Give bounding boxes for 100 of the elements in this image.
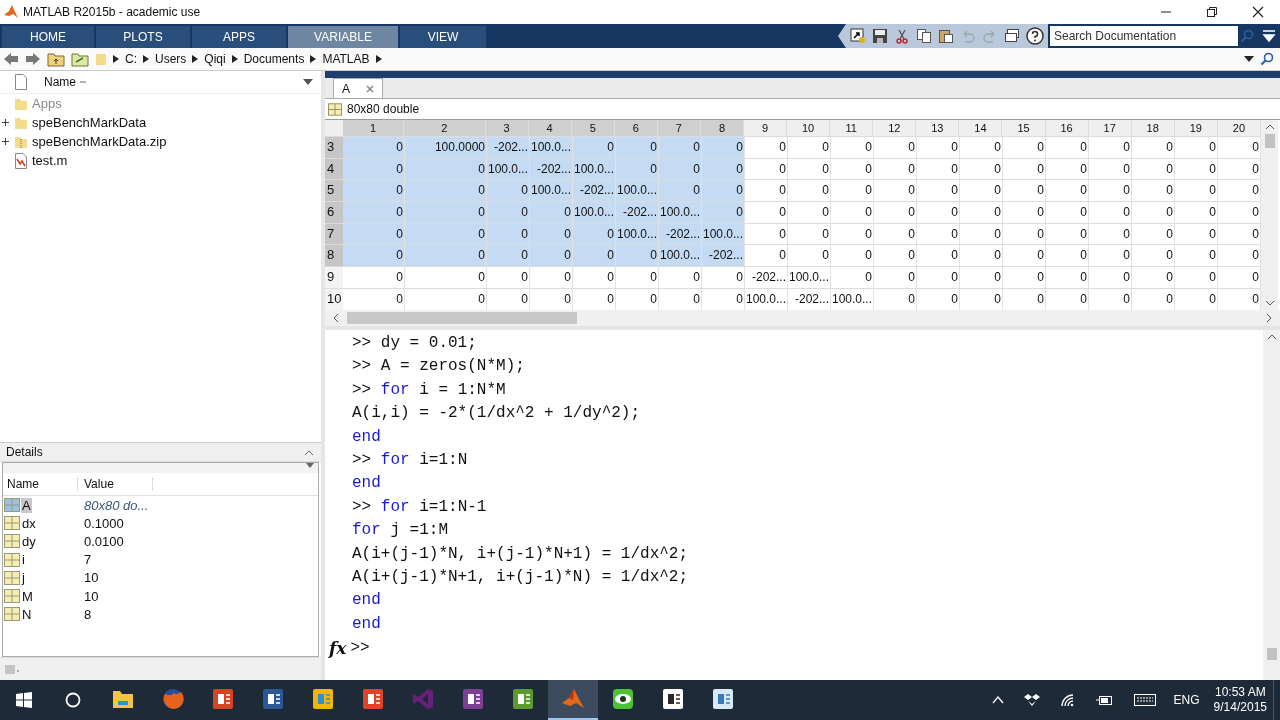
table-cell[interactable]: 100.0...	[487, 158, 530, 180]
table-cell[interactable]: -202...	[487, 137, 530, 158]
table-cell[interactable]: 0	[487, 202, 530, 223]
table-cell[interactable]: 100.0...	[573, 202, 616, 223]
path-segment[interactable]: Qiqi	[204, 52, 226, 66]
table-cell[interactable]: 0	[487, 180, 530, 202]
search-icon[interactable]	[1260, 52, 1274, 66]
table-cell[interactable]: 0	[1003, 288, 1046, 310]
table-cell[interactable]: 0	[831, 137, 874, 158]
column-header[interactable]: Name	[3, 477, 78, 491]
table-cell[interactable]: 0	[1003, 245, 1046, 267]
table-cell[interactable]: 0	[788, 223, 831, 245]
ribbon-tab[interactable]: APPS	[192, 26, 286, 48]
table-cell[interactable]: 0	[831, 180, 874, 202]
table-cell[interactable]: 0	[616, 158, 659, 180]
table-cell[interactable]: 0	[1003, 223, 1046, 245]
table-cell[interactable]: 0	[702, 202, 745, 223]
table-cell[interactable]: 0	[343, 223, 405, 245]
scroll-down-icon[interactable]	[1264, 300, 1275, 306]
table-cell[interactable]: 0	[960, 158, 1003, 180]
row-header[interactable]: 5	[325, 180, 343, 202]
variable-name[interactable]: i	[21, 552, 26, 568]
table-cell[interactable]: 100.0...	[745, 288, 788, 310]
table-cell[interactable]: 100.0...	[530, 180, 573, 202]
column-header[interactable]: Value	[78, 477, 153, 491]
table-cell[interactable]: 0	[788, 202, 831, 223]
battery-icon[interactable]	[1095, 694, 1114, 706]
table-cell[interactable]: 0	[702, 158, 745, 180]
save-icon[interactable]	[872, 28, 888, 44]
table-cell[interactable]: 0	[788, 158, 831, 180]
table-cell[interactable]: 0	[874, 267, 917, 288]
table-cell[interactable]: 0	[343, 245, 405, 267]
table-cell[interactable]: 0	[1089, 267, 1132, 288]
table-cell[interactable]: 0	[530, 245, 573, 267]
table-cell[interactable]: 0	[1046, 137, 1089, 158]
table-cell[interactable]: 100.0...	[788, 267, 831, 288]
variable-name[interactable]: M	[21, 588, 34, 604]
collapse-ribbon-icon[interactable]	[1262, 29, 1276, 43]
table-cell[interactable]: 0	[343, 180, 405, 202]
column-header[interactable]: 6	[614, 120, 658, 136]
column-header[interactable]: 9	[744, 120, 788, 136]
table-cell[interactable]: 0	[917, 180, 960, 202]
column-header[interactable]: 15	[1002, 120, 1046, 136]
table-cell[interactable]: 0	[573, 245, 616, 267]
windows-icon[interactable]	[1004, 28, 1020, 44]
table-cell[interactable]: 0	[788, 245, 831, 267]
column-header[interactable]: 10	[787, 120, 831, 136]
table-cell[interactable]: 0	[530, 223, 573, 245]
table-cell[interactable]: 0	[1132, 158, 1175, 180]
table-cell[interactable]: 0	[405, 202, 487, 223]
row-header[interactable]: 4	[325, 158, 343, 180]
variable-name[interactable]: j	[21, 570, 26, 586]
column-header[interactable]: 11	[830, 120, 874, 136]
scroll-left-icon[interactable]	[333, 313, 339, 323]
table-cell[interactable]: 100.0...	[702, 223, 745, 245]
table-cell[interactable]: 0	[1175, 245, 1218, 267]
table-cell[interactable]: 0	[616, 267, 659, 288]
table-cell[interactable]: 0	[702, 267, 745, 288]
cut-icon[interactable]	[894, 28, 910, 44]
table-cell[interactable]: 0	[917, 137, 960, 158]
up-folder-icon[interactable]	[47, 51, 65, 67]
ribbon-tab[interactable]: HOME	[2, 26, 94, 48]
table-cell[interactable]: 100.0000	[405, 137, 487, 158]
scroll-up-icon[interactable]	[1266, 334, 1277, 340]
table-cell[interactable]: 0	[874, 223, 917, 245]
table-cell[interactable]: 0	[788, 137, 831, 158]
file-name[interactable]: speBenchMarkData.zip	[32, 134, 167, 149]
column-header[interactable]: 1	[342, 120, 405, 136]
table-cell[interactable]: 0	[1089, 223, 1132, 245]
scrollbar-thumb[interactable]	[347, 312, 577, 324]
table-cell[interactable]: 0	[1089, 202, 1132, 223]
table-cell[interactable]: 0	[343, 267, 405, 288]
table-cell[interactable]: 0	[405, 245, 487, 267]
table-cell[interactable]: 0	[960, 245, 1003, 267]
box-icon[interactable]	[1023, 693, 1040, 707]
column-header[interactable]: 17	[1088, 120, 1132, 136]
language-indicator[interactable]: ENG	[1173, 693, 1200, 707]
row-header[interactable]: 9	[325, 267, 343, 288]
browse-folder-icon[interactable]	[71, 51, 89, 67]
ribbon-tab[interactable]: VARIABLE	[288, 26, 398, 48]
column-header[interactable]: 20	[1217, 120, 1261, 136]
table-cell[interactable]: 0	[1175, 180, 1218, 202]
table-cell[interactable]: -202...	[530, 158, 573, 180]
file-name[interactable]: speBenchMarkData	[32, 115, 147, 130]
path-segment[interactable]: Documents	[243, 52, 305, 66]
table-cell[interactable]: 0	[659, 180, 702, 202]
row-header[interactable]: 6	[325, 202, 343, 223]
table-cell[interactable]: -202...	[745, 267, 788, 288]
table-cell[interactable]: 0	[831, 245, 874, 267]
table-cell[interactable]: 0	[1175, 288, 1218, 310]
table-cell[interactable]: 0	[405, 158, 487, 180]
table-cell[interactable]: -202...	[616, 202, 659, 223]
table-cell[interactable]: 0	[917, 267, 960, 288]
document-tab[interactable]: A	[333, 78, 383, 98]
table-cell[interactable]: 100.0...	[616, 180, 659, 202]
table-cell[interactable]: 0	[343, 202, 405, 223]
restore-icon[interactable]	[1206, 6, 1218, 18]
table-cell[interactable]: 0	[702, 288, 745, 310]
table-cell[interactable]: 0	[1046, 288, 1089, 310]
table-cell[interactable]: 0	[745, 245, 788, 267]
